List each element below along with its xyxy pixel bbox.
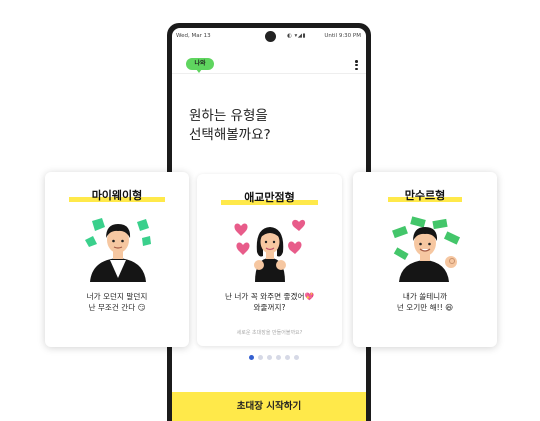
title-line-2: 선택해볼까요? bbox=[189, 127, 271, 143]
page-dot[interactable] bbox=[294, 355, 299, 360]
app-bar: 나와 bbox=[172, 50, 366, 74]
character-illustration bbox=[392, 216, 461, 282]
status-text: Until 9:30 PM bbox=[324, 33, 361, 39]
start-invitation-button[interactable]: 초대장 시작하기 bbox=[172, 392, 366, 421]
character-illustration bbox=[85, 218, 151, 282]
logo-bubble-tail bbox=[196, 69, 202, 73]
character-illustration bbox=[234, 219, 306, 282]
type-card-myway[interactable]: 마이웨이형 너가 오던지 말던지 난 무조건 간다 😏 bbox=[45, 172, 189, 347]
card-message-line-2: 와줄꺼지? bbox=[253, 303, 286, 312]
card-title: 애교만점형 bbox=[244, 191, 295, 204]
card-hint: 세로운 초대장을 만들어볼까요? bbox=[236, 330, 303, 336]
status-icons: ◐ ▾◢▮ bbox=[287, 33, 307, 39]
title-line-1: 원하는 유형을 bbox=[189, 108, 268, 124]
status-bar: Wed, Mar 13 ◐ ▾◢▮ Until 9:30 PM bbox=[172, 28, 366, 44]
status-date: Wed, Mar 13 bbox=[176, 33, 211, 39]
camera-hole bbox=[265, 31, 276, 42]
card-message: 너가 오던지 말던지 난 무조건 간다 😏 bbox=[45, 291, 189, 313]
type-card-mansour[interactable]: 만수르형 내가 쏠테니까 넌 오기만 해!! 😆 bbox=[353, 172, 497, 347]
type-card-aegyo[interactable]: 애교만점형 난 너가 꼭 와주면 좋겠어💖 와줄꺼지? 세로운 초대장을 만들어… bbox=[197, 174, 342, 346]
page-dot[interactable] bbox=[249, 355, 254, 360]
card-message: 내가 쏠테니까 넌 오기만 해!! 😆 bbox=[353, 291, 497, 313]
app-showcase: Wed, Mar 13 ◐ ▾◢▮ Until 9:30 PM 나와 원하는 유… bbox=[0, 0, 540, 421]
card-message: 난 너가 꼭 와주면 좋겠어💖 와줄꺼지? bbox=[197, 291, 342, 313]
page-title: 원하는 유형을 선택해볼까요? bbox=[189, 107, 271, 145]
card-message-line-2: 난 무조건 간다 😏 bbox=[88, 303, 146, 312]
card-title: 만수르형 bbox=[404, 189, 446, 202]
card-title: 마이웨이형 bbox=[91, 189, 143, 202]
card-message-line-2: 넌 오기만 해!! 😆 bbox=[396, 303, 454, 312]
card-message-line-1: 너가 오던지 말던지 bbox=[86, 292, 148, 301]
page-dot[interactable] bbox=[276, 355, 281, 360]
card-message-line-1: 난 너가 꼭 와주면 좋겠어💖 bbox=[225, 292, 314, 301]
card-message-line-1: 내가 쏠테니까 bbox=[402, 292, 448, 301]
page-dot[interactable] bbox=[285, 355, 290, 360]
page-dot[interactable] bbox=[267, 355, 272, 360]
carousel-indicator bbox=[249, 355, 299, 360]
more-menu-icon[interactable] bbox=[355, 60, 358, 71]
page-dot[interactable] bbox=[258, 355, 263, 360]
